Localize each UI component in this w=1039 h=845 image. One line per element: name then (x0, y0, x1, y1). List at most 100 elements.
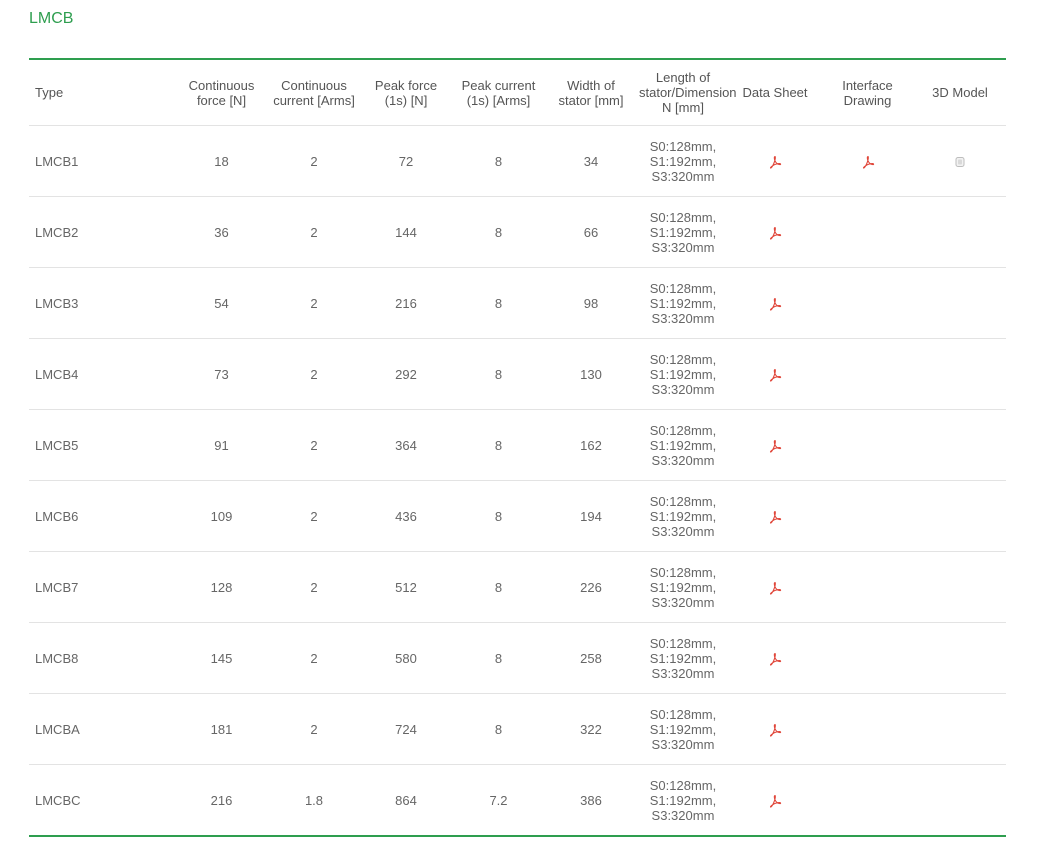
cell-stator-width: 322 (545, 693, 637, 765)
length-line: S1:192mm, (649, 366, 717, 382)
header-continuous-current: Continuous current [Arms] (268, 59, 360, 126)
cell-data-sheet (729, 480, 821, 552)
cell-continuous-current: 2 (268, 693, 360, 765)
cell-continuous-current: 2 (268, 622, 360, 694)
cell-interface-drawing (821, 196, 914, 268)
pdf-icon[interactable] (768, 155, 782, 169)
cell-stator-length: S0:128mm, S1:192mm, S3:320mm (637, 196, 729, 268)
table-header-row: Type Continuous force [N] Continuous cur… (29, 59, 1006, 126)
cell-data-sheet (729, 693, 821, 765)
header-stator-length: Length of stator/Dimension N [mm] (637, 59, 737, 126)
pdf-icon[interactable] (768, 581, 782, 595)
cell-stator-width: 130 (545, 338, 637, 410)
table-row: LMCB4 73 2 292 8 130 S0:128mm, S1:192mm, S3:320m… (29, 338, 1006, 410)
pdf-icon[interactable] (861, 155, 875, 169)
cell-peak-force: 724 (360, 693, 452, 765)
length-line: S1:192mm, (649, 650, 717, 666)
table-row: LMCBA 181 2 724 8 322 S0:128mm, S1:192mm, S3:320… (29, 693, 1006, 765)
cell-peak-current: 8 (452, 622, 545, 694)
cell-data-sheet (729, 338, 821, 410)
cell-3d-model (914, 196, 1006, 268)
cell-peak-current: 8 (452, 551, 545, 623)
cell-continuous-force: 145 (175, 622, 268, 694)
header-line: (1s) [Arms] (466, 92, 531, 108)
section-title: LMCB (29, 10, 74, 27)
cell-stator-length: S0:128mm, S1:192mm, S3:320mm (637, 480, 729, 552)
cell-3d-model (914, 338, 1006, 410)
pdf-icon[interactable] (768, 723, 782, 737)
cell-type: LMCB3 (29, 267, 175, 339)
cell-data-sheet (729, 125, 821, 197)
length-line: S0:128mm, (649, 209, 717, 225)
pdf-icon[interactable] (768, 794, 782, 808)
cell-type: LMCB7 (29, 551, 175, 623)
cell-continuous-current: 2 (268, 551, 360, 623)
cell-data-sheet (729, 622, 821, 694)
cell-stator-width: 258 (545, 622, 637, 694)
header-continuous-force: Continuous force [N] (175, 59, 268, 126)
length-line: S3:320mm (651, 736, 715, 752)
length-line: S1:192mm, (649, 721, 717, 737)
pdf-icon[interactable] (768, 510, 782, 524)
length-line: S1:192mm, (649, 295, 717, 311)
cell-peak-force: 864 (395, 792, 417, 808)
table-row: LMCB7 128 2 512 8 226 S0:128mm, S1:192mm, S3:320… (29, 551, 1006, 623)
pdf-icon[interactable] (768, 439, 782, 453)
cell-3d-model (914, 267, 1006, 339)
header-line: Drawing (843, 92, 892, 108)
header-line: (1s) [N] (384, 92, 428, 108)
pdf-icon[interactable] (768, 297, 782, 311)
cell-peak-current: 8 (452, 267, 545, 339)
cell-stator-length: S0:128mm, S1:192mm, S3:320mm (637, 765, 729, 837)
length-line: S1:192mm, (649, 792, 717, 808)
cell-stator-width: 226 (545, 551, 637, 623)
cell-type: LMCB4 (29, 338, 175, 410)
header-line: Continuous (281, 77, 347, 93)
cell-stator-length: S0:128mm, S1:192mm, S3:320mm (637, 125, 729, 197)
cell-stator-width: 386 (580, 792, 602, 808)
cell-peak-force: 436 (360, 480, 452, 552)
cell-peak-force: 580 (360, 622, 452, 694)
cell-continuous-current: 2 (268, 338, 360, 410)
cell-stator-width: 194 (545, 480, 637, 552)
length-line: S0:128mm, (649, 280, 717, 296)
length-line: S0:128mm, (649, 635, 717, 651)
cell-stator-length: S0:128mm, S1:192mm, S3:320mm (637, 267, 729, 339)
cell-stator-width: 162 (545, 409, 637, 481)
header-line: Length of (655, 70, 711, 85)
3d-model-icon[interactable] (953, 155, 967, 169)
cell-type: LMCBC (35, 792, 81, 808)
cell-continuous-force: 18 (175, 125, 268, 197)
header-line: current [Arms] (273, 92, 355, 108)
length-line: S1:192mm, (649, 153, 717, 169)
length-line: S3:320mm (651, 523, 715, 539)
header-3d-model: 3D Model (914, 59, 1006, 126)
header-stator-width: Width of stator [mm] (545, 59, 637, 126)
cell-continuous-current: 2 (268, 267, 360, 339)
cell-continuous-current: 2 (268, 409, 360, 481)
cell-interface-drawing (821, 693, 914, 765)
table-row: LMCB6 109 2 436 8 194 S0:128mm, S1:192mm, S3:320… (29, 480, 1006, 552)
cell-interface-drawing (821, 409, 914, 481)
cell-continuous-current: 2 (268, 125, 360, 197)
header-line: N [mm] (662, 100, 704, 115)
cell-interface-drawing (821, 551, 914, 623)
length-line: S3:320mm (651, 239, 715, 255)
cell-stator-length: S0:128mm, S1:192mm, S3:320mm (637, 693, 729, 765)
cell-stator-length: S0:128mm, S1:192mm, S3:320mm (637, 338, 729, 410)
length-line: S0:128mm, (649, 777, 717, 793)
length-line: S3:320mm (651, 452, 715, 468)
pdf-icon[interactable] (768, 368, 782, 382)
cell-3d-model (914, 765, 1006, 837)
header-line: force [N] (196, 92, 247, 108)
length-line: S0:128mm, (649, 493, 717, 509)
pdf-icon[interactable] (768, 226, 782, 240)
pdf-icon[interactable] (768, 652, 782, 666)
cell-type: LMCB5 (29, 409, 175, 481)
length-line: S3:320mm (651, 594, 715, 610)
cell-stator-width: 34 (545, 125, 637, 197)
cell-data-sheet (729, 409, 821, 481)
cell-continuous-force: 91 (175, 409, 268, 481)
cell-peak-force: 512 (360, 551, 452, 623)
cell-continuous-force: 181 (175, 693, 268, 765)
